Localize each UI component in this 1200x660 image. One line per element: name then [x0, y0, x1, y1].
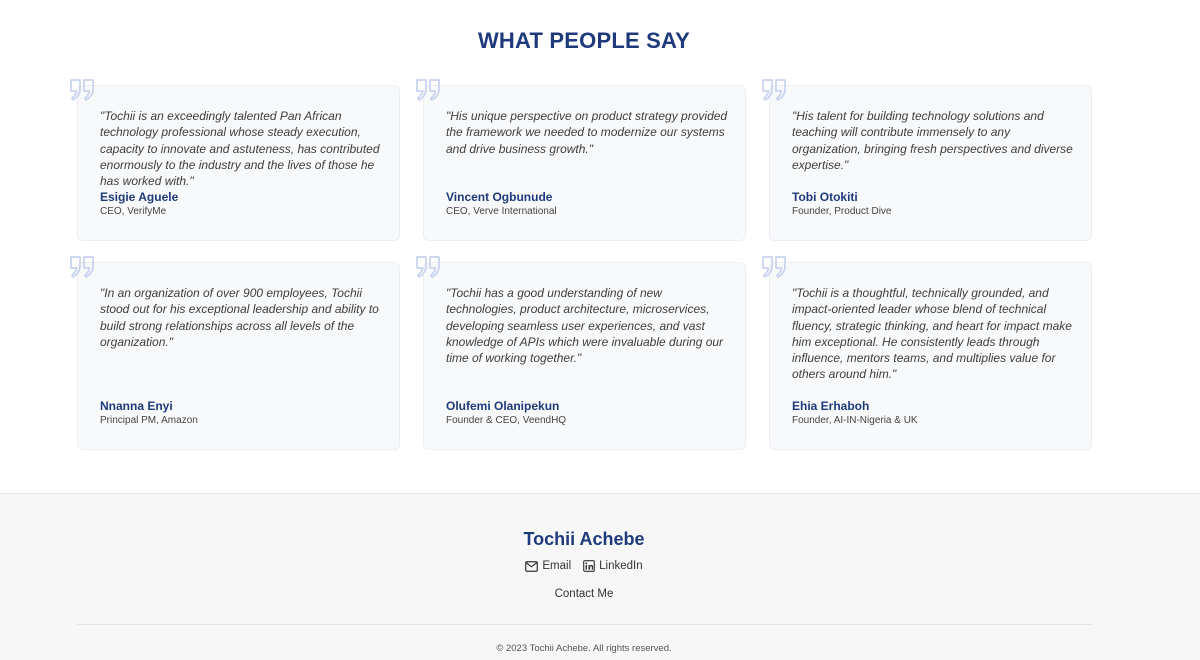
quote-icon [762, 79, 786, 101]
testimonial-quote: "His talent for building technology solu… [792, 109, 1073, 172]
testimonial-role: CEO, VerifyMe [100, 206, 167, 217]
footer-divider [77, 624, 1092, 625]
testimonial-card: "Tochii is a thoughtful, technically gro… [762, 256, 1092, 450]
testimonial-author: Esigie Aguele [100, 190, 179, 204]
testimonial-quote: "Tochii is an exceedingly talented Pan A… [100, 109, 380, 189]
testimonial-author: Tobi Otokiti [792, 190, 858, 204]
footer-brand-name: Tochii Achebe [523, 529, 645, 549]
copyright-text: © 2023 Tochii Achebe. All rights reserve… [496, 643, 672, 654]
testimonial-author: Ehia Erhaboh [792, 399, 870, 413]
quote-icon [762, 256, 786, 278]
linkedin-link[interactable]: LinkedIn [583, 560, 643, 572]
testimonial-card: "His talent for building technology solu… [762, 79, 1092, 241]
testimonial-role: Founder, Product Dive [792, 206, 892, 217]
testimonial-quote: "His unique perspective on product strat… [446, 109, 728, 156]
testimonial-quote: "Tochii has a good understanding of new … [446, 286, 724, 366]
quote-icon [416, 79, 440, 101]
testimonial-role: Principal PM, Amazon [100, 415, 198, 426]
testimonial-card: "Tochii has a good understanding of new … [416, 256, 746, 450]
testimonial-role: Founder, AI-IN-Nigeria & UK [792, 415, 918, 426]
testimonial-author: Olufemi Olanipekun [446, 399, 560, 413]
site-footer: Tochii Achebe Email LinkedIn Contact Me … [0, 493, 1200, 660]
contact-me-link[interactable]: Contact Me [0, 588, 1168, 600]
testimonial-quote: "In an organization of over 900 employee… [100, 286, 379, 349]
testimonial-quote: "Tochii is a thoughtful, technically gro… [792, 286, 1072, 382]
testimonial-author: Vincent Ogbunude [446, 190, 553, 204]
quote-icon [416, 256, 440, 278]
footer-social-links: Email LinkedIn [0, 560, 1168, 572]
section-title: WHAT PEOPLE SAY [477, 28, 691, 53]
testimonial-card: "Tochii is an exceedingly talented Pan A… [70, 79, 400, 241]
testimonial-card: "In an organization of over 900 employee… [70, 256, 400, 450]
linkedin-link-label: LinkedIn [599, 560, 643, 572]
email-link-label: Email [542, 560, 572, 572]
quote-icon [70, 79, 94, 101]
linkedin-icon [583, 560, 595, 572]
testimonial-role: CEO, Verve International [446, 206, 557, 217]
envelope-icon [525, 560, 539, 572]
testimonial-author: Nnanna Enyi [100, 399, 173, 413]
quote-icon [70, 256, 94, 278]
email-link[interactable]: Email [525, 560, 571, 572]
testimonial-card: "His unique perspective on product strat… [416, 79, 746, 241]
testimonial-role: Founder & CEO, VeendHQ [446, 415, 567, 426]
